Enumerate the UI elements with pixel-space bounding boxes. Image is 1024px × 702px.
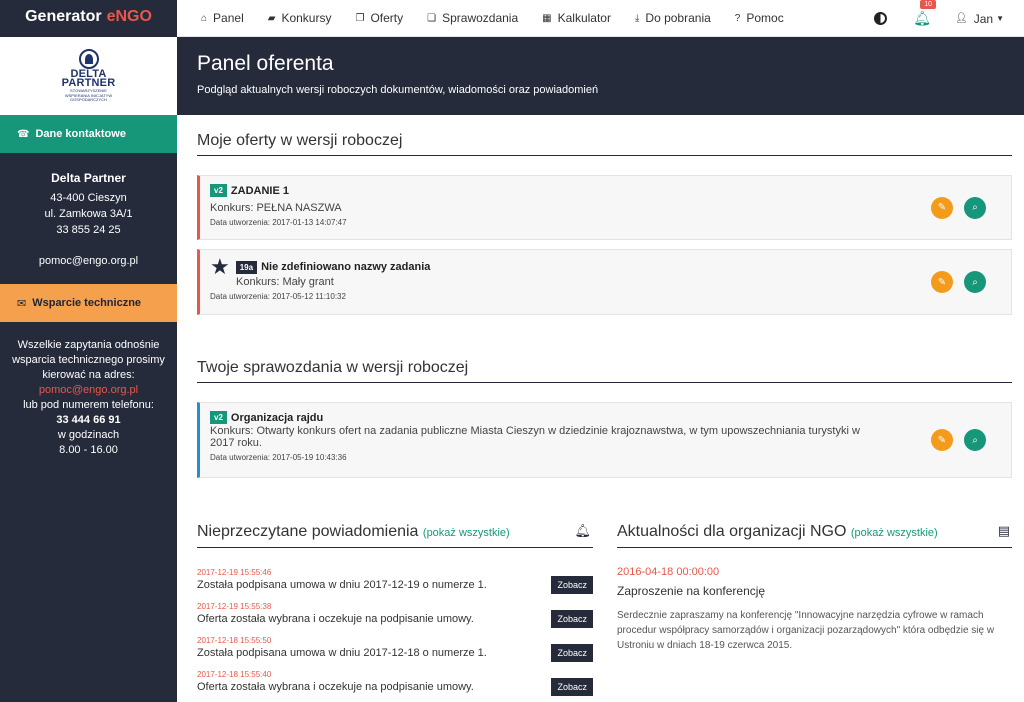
offers-section-title: Moje oferty w wersji roboczej (197, 132, 1012, 156)
user-icon: 👤︎ (955, 13, 968, 24)
support-email-link[interactable]: pomoc@engo.org.pl (8, 383, 169, 398)
org-email: pomoc@engo.org.pl (38, 255, 139, 267)
nav-item-sprawozdania[interactable]: ❏ Sprawozdania (427, 11, 518, 25)
page-header: Panel oferenta Podgląd aktualnych wersji… (177, 37, 1024, 115)
notification-count-badge: 10 (920, 0, 937, 9)
news-section-title: Aktualności dla organizacji NGO (pokaż w… (617, 523, 1012, 548)
support-phone: 33 444 66 91 (56, 414, 121, 426)
brand-accent: eNGO (106, 7, 152, 25)
page-subtitle: Podgląd aktualnych wersji roboczych doku… (197, 84, 599, 96)
offer-konkurs: Konkurs: Mały grant (236, 276, 334, 288)
reports-section-title: Twoje sprawozdania w wersji roboczej (197, 359, 1012, 383)
notification-item: 2017-12-19 15:55:46 Została podpisana um… (197, 568, 593, 594)
report-date: Data utworzenia: 2017-05-19 10:43:36 (210, 453, 347, 462)
view-button[interactable]: ⌕ (964, 271, 986, 293)
contact-info: Delta Partner 43-400 Cieszyn ul. Zamkowa… (0, 170, 177, 269)
report-name: Organizacja rajdu (230, 411, 324, 424)
offer-card: ★ 19a Nie zdefiniowano nazwy zadania Kon… (197, 249, 1012, 315)
files-icon: ❐ (355, 12, 365, 24)
version-tag: 19a (235, 260, 258, 274)
offer-konkurs: Konkurs: PEŁNA NASZWA (210, 202, 342, 214)
notification-item: 2017-12-18 15:55:50 Została podpisana um… (197, 636, 593, 662)
edit-button[interactable]: ✎ (931, 429, 953, 451)
view-button[interactable]: ⌕ (964, 429, 986, 451)
calculator-icon: ▦ (542, 12, 552, 24)
notifications-button[interactable]: 🔔︎ 10 (913, 0, 937, 27)
nav-item-kalkulator[interactable]: ▦ Kalkulator (542, 11, 611, 25)
org-address-line1: 43-400 Cieszyn (50, 192, 127, 204)
home-icon: ⌂ (201, 12, 208, 24)
version-tag: v2 (210, 411, 227, 424)
bell-icon: 🔔︎ (913, 10, 932, 26)
offer-name: Nie zdefiniowano nazwy zadania (261, 261, 431, 273)
nav-item-konkursy[interactable]: ▰ Konkursy (268, 11, 332, 25)
app-brand[interactable]: Generator eNGO (0, 0, 177, 33)
report-konkurs: Konkurs: Otwarty konkurs ofert na zadani… (210, 425, 860, 449)
view-button[interactable]: ⌕ (964, 196, 986, 219)
nav-item-do-pobrania[interactable]: ⤓ Do pobrania (635, 11, 711, 25)
search-icon: ⌕ (972, 202, 978, 213)
version-tag: v2 (210, 184, 227, 197)
brand-name: Generator (25, 7, 102, 25)
edit-button[interactable]: ✎ (931, 196, 953, 219)
download-icon: ⤓ (634, 12, 640, 24)
support-info: Wszelkie zapytania odnośnie wsparcia tec… (0, 338, 177, 458)
report-card: v2 Organizacja rajdu Konkurs: Otwarty ko… (197, 402, 1012, 478)
star-icon: ★ (210, 254, 230, 279)
contact-section-header: ☎ Dane kontaktowe (0, 115, 177, 153)
help-icon: ? (734, 12, 741, 24)
zobacz-button[interactable]: Zobacz (551, 576, 593, 594)
news-title[interactable]: Zaproszenie na konferencję (617, 584, 1012, 598)
logo-emblem-icon (78, 49, 99, 70)
contrast-toggle-icon[interactable] (874, 12, 888, 25)
show-all-notifications-link[interactable]: (pokaż wszystkie) (423, 527, 510, 539)
top-navigation: ⌂ Panel ▰ Konkursy ❐ Oferty ❏ Sprawozdan… (177, 0, 1024, 37)
search-icon: ⌕ (972, 434, 978, 446)
search-icon: ⌕ (972, 276, 978, 288)
sidebar: Generator eNGO DELTA PARTNER STOWARZYSZE… (0, 0, 177, 702)
notifications-section-title: Nieprzeczytane powiadomienia (pokaż wszy… (197, 523, 593, 548)
user-menu[interactable]: 👤︎ Jan ▼ (955, 12, 1004, 26)
page-title: Panel oferenta (197, 52, 334, 75)
org-phone: 33 855 24 25 (56, 224, 121, 236)
zobacz-button[interactable]: Zobacz (551, 610, 593, 628)
edit-icon: ✎ (937, 202, 947, 213)
copy-icon: ❏ (427, 12, 437, 24)
offer-card: v2 ZADANIE 1 Konkurs: PEŁNA NASZWA Data … (197, 175, 1012, 240)
edit-icon: ✎ (937, 276, 947, 288)
user-name: Jan (973, 11, 994, 26)
nav-item-oferty[interactable]: ❐ Oferty (355, 11, 403, 25)
notification-item: 2017-12-18 15:55:40 Oferta została wybra… (197, 670, 593, 696)
zobacz-button[interactable]: Zobacz (551, 644, 593, 662)
news-text: Serdecznie zapraszamy na konferencję "In… (617, 610, 995, 651)
offer-date: Data utworzenia: 2017-05-12 11:10:32 (210, 292, 346, 301)
org-address-line2: ul. Zamkowa 3A/1 (44, 208, 133, 220)
support-section-header: ✉ Wsparcie techniczne (0, 284, 177, 322)
offer-name: ZADANIE 1 (230, 184, 289, 197)
support-hours: 8.00 - 16.00 (59, 444, 118, 456)
notification-item: 2017-12-19 15:55:38 Oferta została wybra… (197, 602, 593, 628)
edit-icon: ✎ (937, 434, 947, 446)
offer-date: Data utworzenia: 2017-01-13 14:07:47 (210, 218, 347, 227)
envelope-icon: ✉ (17, 297, 27, 310)
news-date: 2016-04-18 00:00:00 (617, 566, 720, 578)
edit-button[interactable]: ✎ (931, 271, 953, 293)
organization-logo: DELTA PARTNER STOWARZYSZENIE WSPIERANIA … (0, 37, 177, 115)
book-icon: ▰ (267, 12, 276, 24)
nav-item-pomoc[interactable]: ? Pomoc (735, 11, 784, 25)
newspaper-icon: ▤ (997, 523, 1010, 538)
bell-icon: 🔔︎ (574, 523, 591, 538)
show-all-news-link[interactable]: (pokaż wszystkie) (851, 527, 938, 539)
zobacz-button[interactable]: Zobacz (551, 678, 593, 696)
news-item: 2016-04-18 00:00:00 Zaproszenie na konfe… (617, 566, 1012, 653)
phone-icon: ☎ (17, 128, 30, 140)
nav-item-panel[interactable]: ⌂ Panel (201, 11, 244, 25)
main-content: Moje oferty w wersji roboczej v2 ZADANIE… (177, 115, 1024, 702)
org-name: Delta Partner (51, 171, 126, 185)
chevron-down-icon: ▼ (996, 14, 1004, 23)
